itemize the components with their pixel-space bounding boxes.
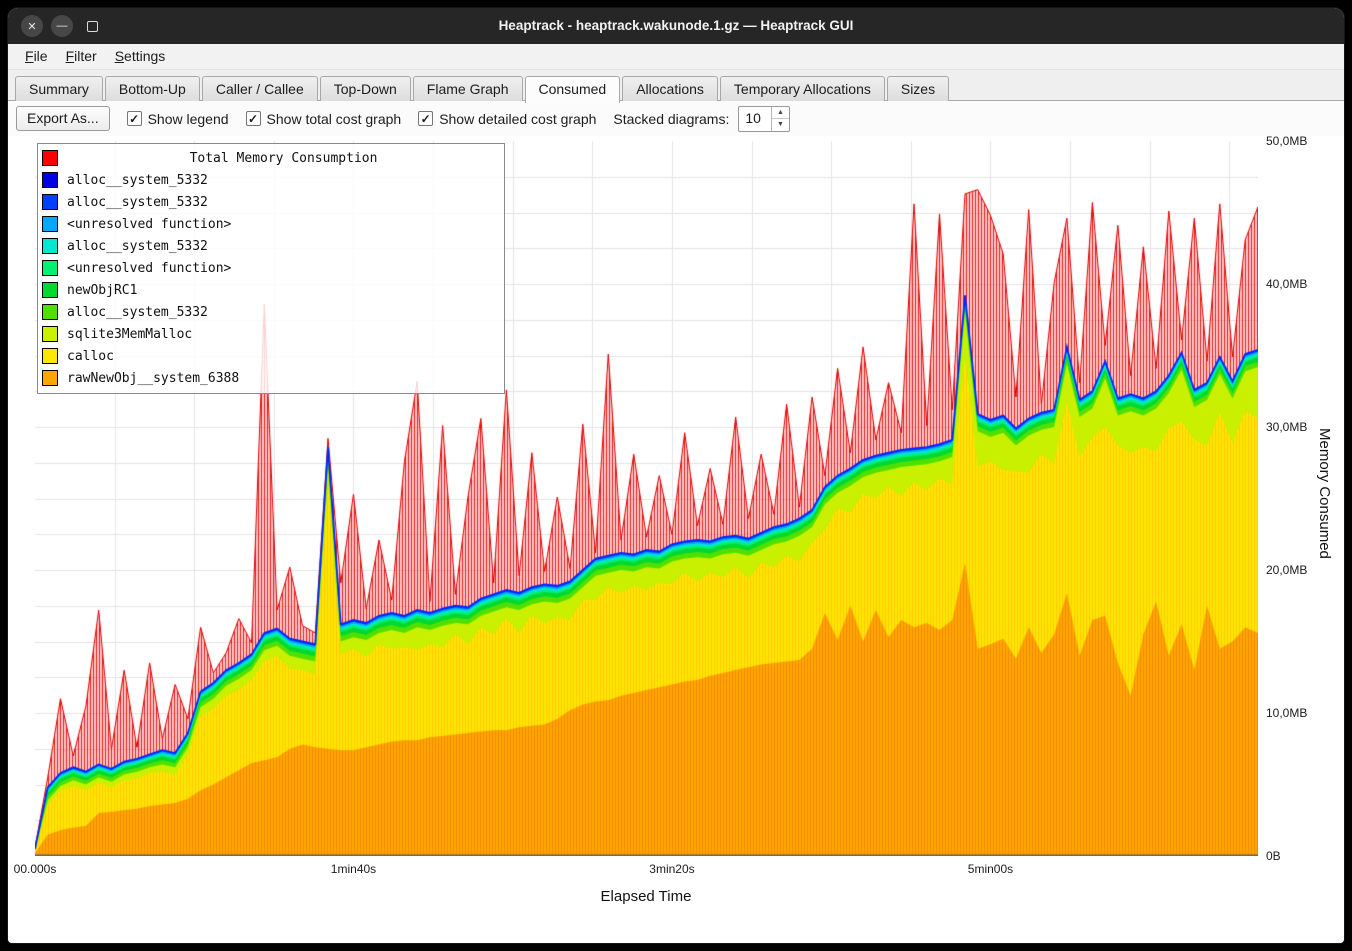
legend-swatch-icon [42,238,58,254]
checkbox-box[interactable]: ✓ [418,111,433,126]
legend-row: calloc [42,345,500,367]
checkbox-label: Show total cost graph [267,111,402,127]
app-window: ✕ — Heaptrack - heaptrack.wakunode.1.gz … [8,8,1344,943]
menu-file[interactable]: File [16,44,57,64]
checkbox-show-total-cost-graph[interactable]: ✓ Show total cost graph [246,111,402,127]
y-axis-tick-label: 40,0MB [1266,277,1318,291]
minimize-icon[interactable]: — [51,15,73,37]
legend-label: calloc [67,349,114,364]
chart-area: Total Memory Consumption alloc__system_53… [8,136,1344,943]
x-axis-tick-label: 00.000s [14,862,57,876]
tab-allocations[interactable]: Allocations [622,76,718,102]
close-icon[interactable]: ✕ [21,15,43,37]
y-axis-tick-label: 30,0MB [1266,420,1318,434]
x-axis-tick-label: 5min00s [968,862,1013,876]
tab-consumed[interactable]: Consumed [525,76,621,103]
checkbox-box[interactable]: ✓ [246,111,261,126]
legend-swatch-icon [42,216,58,232]
legend-row: Total Memory Consumption [42,147,500,169]
legend-row: <unresolved function> [42,213,500,235]
spinbox-down-icon[interactable]: ▼ [772,119,789,131]
window-title: Heaptrack - heaptrack.wakunode.1.gz — He… [8,8,1344,44]
maximize-icon[interactable] [81,15,103,37]
legend-label: <unresolved function> [67,261,231,276]
window-controls: ✕ — [21,15,111,37]
y-axis-tick-label: 50,0MB [1266,134,1318,148]
checkbox-show-legend[interactable]: ✓ Show legend [127,111,229,127]
tab-sizes[interactable]: Sizes [887,76,949,102]
tab-bottom-up[interactable]: Bottom-Up [105,76,200,102]
legend-row: <unresolved function> [42,257,500,279]
legend-swatch-icon [42,326,58,342]
legend-swatch-icon [42,370,58,386]
tab-bar: SummaryBottom-UpCaller / CalleeTop-DownF… [8,70,1344,101]
y-axis-tick-label: 10,0MB [1266,706,1318,720]
chart-legend: Total Memory Consumption alloc__system_53… [37,143,505,394]
tab-temporary-allocations[interactable]: Temporary Allocations [720,76,885,102]
legend-label: newObjRC1 [67,283,137,298]
legend-row: rawNewObj__system_6388 [42,367,500,389]
tab-top-down[interactable]: Top-Down [320,76,411,102]
stacked-diagrams-label: Stacked diagrams: [613,111,729,127]
legend-label: alloc__system_5332 [67,305,208,320]
legend-swatch-icon [42,172,58,188]
checkbox-show-detailed-cost-graph[interactable]: ✓ Show detailed cost graph [418,111,596,127]
checkbox-label: Show detailed cost graph [439,111,596,127]
legend-row: sqlite3MemMalloc [42,323,500,345]
menu-settings[interactable]: Settings [106,44,175,64]
legend-label: Total Memory Consumption [67,151,500,166]
tab-flame-graph[interactable]: Flame Graph [413,76,523,102]
legend-row: alloc__system_5332 [42,191,500,213]
titlebar: ✕ — Heaptrack - heaptrack.wakunode.1.gz … [8,8,1344,44]
x-axis-title: Elapsed Time [601,888,692,905]
checkbox-box[interactable]: ✓ [127,111,142,126]
export-as-button[interactable]: Export As... [16,106,110,131]
legend-row: alloc__system_5332 [42,235,500,257]
legend-row: alloc__system_5332 [42,301,500,323]
tab-summary[interactable]: Summary [15,76,103,102]
tab-caller-callee[interactable]: Caller / Callee [202,76,318,102]
checkbox-label: Show legend [148,111,229,127]
spinbox-up-icon[interactable]: ▲ [772,107,789,120]
legend-swatch-icon [42,150,58,166]
x-axis-tick-label: 3min20s [649,862,694,876]
legend-row: newObjRC1 [42,279,500,301]
legend-swatch-icon [42,348,58,364]
spinbox-value: 10 [739,107,771,131]
legend-swatch-icon [42,304,58,320]
legend-swatch-icon [42,194,58,210]
y-axis-title: Memory Consumed [1316,428,1333,559]
legend-label: rawNewObj__system_6388 [67,371,239,386]
toolbar: Export As... ✓ Show legend ✓ Show total cos… [8,101,1344,136]
legend-swatch-icon [42,260,58,276]
y-axis-tick-label: 0B [1266,849,1318,863]
menu-filter[interactable]: Filter [57,44,106,64]
legend-label: alloc__system_5332 [67,195,208,210]
legend-row: alloc__system_5332 [42,169,500,191]
legend-label: <unresolved function> [67,217,231,232]
stacked-diagrams-spinbox[interactable]: 10 ▲ ▼ [738,106,790,132]
y-axis-tick-label: 20,0MB [1266,563,1318,577]
spinbox-arrows: ▲ ▼ [771,107,789,131]
menubar: FileFilterSettings [8,44,1344,70]
legend-swatch-icon [42,282,58,298]
legend-label: sqlite3MemMalloc [67,327,192,342]
x-axis-tick-label: 1min40s [331,862,376,876]
legend-label: alloc__system_5332 [67,239,208,254]
legend-label: alloc__system_5332 [67,173,208,188]
